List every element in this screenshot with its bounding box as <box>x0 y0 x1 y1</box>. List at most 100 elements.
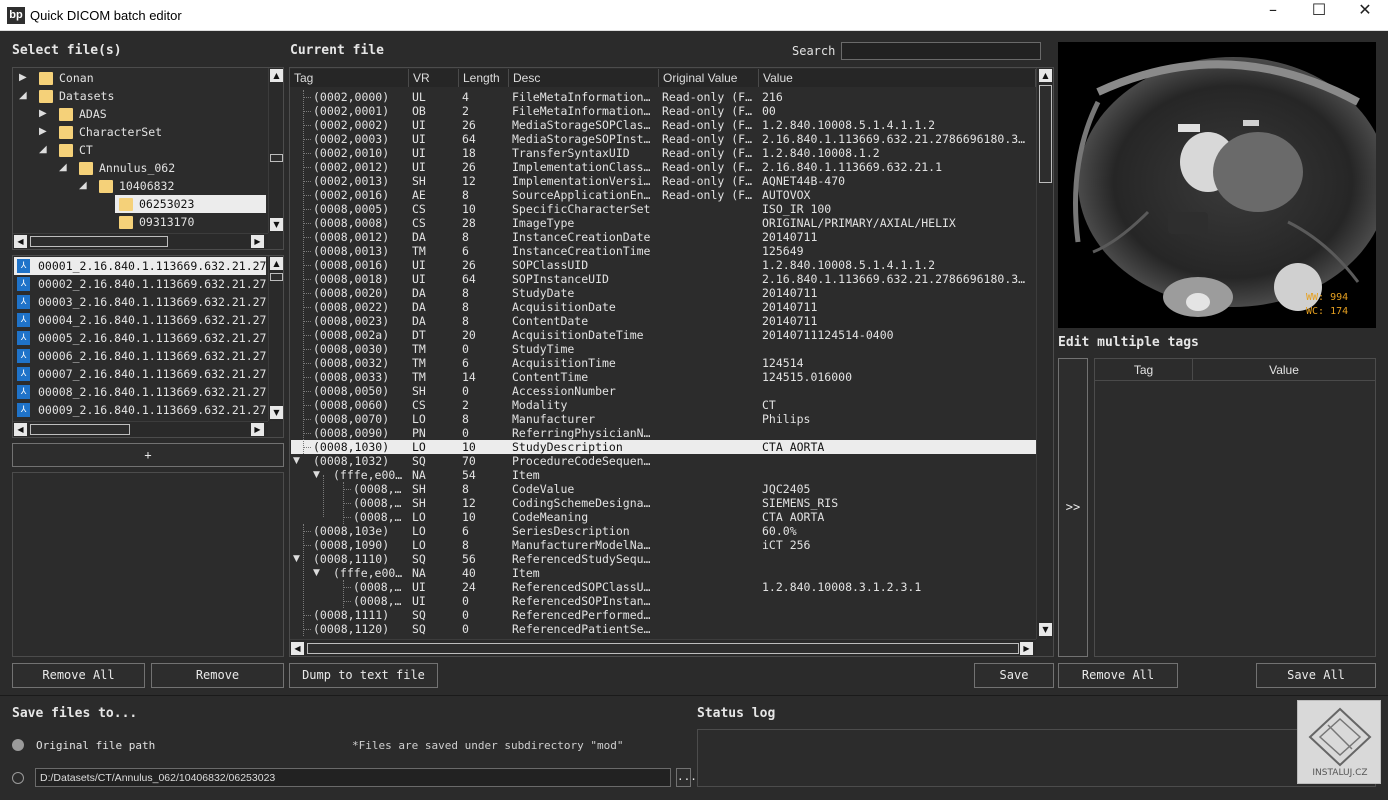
scroll-up-icon[interactable]: ▲ <box>1039 69 1052 82</box>
tag-cell-val[interactable]: 60.0% <box>762 524 1037 538</box>
scroll-left-icon[interactable]: ◀ <box>291 642 304 655</box>
tag-cell-val[interactable]: 1.2.840.10008.5.1.4.1.1.2 <box>762 118 1037 132</box>
save-button[interactable]: Save <box>974 663 1054 688</box>
collapse-arrow-icon[interactable]: ◢ <box>79 177 91 195</box>
tag-cell-val[interactable]: 20140711 <box>762 286 1037 300</box>
multi-col-value[interactable]: Value <box>1193 359 1375 381</box>
tag-row[interactable]: (0008,0005) CS 10 SpecificCharacterSet ISO_I… <box>291 202 1037 216</box>
tag-cell-val[interactable]: 216 <box>762 90 1037 104</box>
tag-cell-val[interactable]: CTA AORTA <box>762 510 1037 524</box>
tree-hscroll-thumb[interactable] <box>30 236 168 247</box>
close-button[interactable]: ✕ <box>1342 0 1388 30</box>
tag-cell-val[interactable]: 125649 <box>762 244 1037 258</box>
column-header-value[interactable]: Value <box>759 69 1036 87</box>
file-list[interactable]: ⅄ 00001_2.16.840.1.113669.632.21.27 ⅄ 00002… <box>12 255 284 438</box>
tag-row[interactable]: ▼ (fffe,e00… NA 40 Item <box>291 566 1037 580</box>
custom-path-radio[interactable] <box>12 772 24 784</box>
move-tags-button[interactable]: >> <box>1058 358 1088 657</box>
file-list-item[interactable]: ⅄ 00009_2.16.840.1.113669.632.21.27 <box>14 401 266 419</box>
collapse-arrow-icon[interactable]: ◢ <box>59 159 71 177</box>
tag-cell-val[interactable]: AUTOVOX <box>762 188 1037 202</box>
multi-tag-table[interactable]: Tag Value <box>1094 358 1376 657</box>
tag-cell-val[interactable]: 1.2.840.10008.5.1.4.1.1.2 <box>762 258 1037 272</box>
scroll-down-icon[interactable]: ▼ <box>1039 623 1052 636</box>
tag-row[interactable]: (0008,1090) LO 8 ManufacturerModelNa… iCT 25… <box>291 538 1037 552</box>
scroll-up-icon[interactable]: ▲ <box>270 69 283 82</box>
scroll-right-icon[interactable]: ▶ <box>1020 642 1033 655</box>
tag-cell-val[interactable]: 124515.016000 <box>762 370 1037 384</box>
tag-row[interactable]: (0008,0018) UI 64 SOPInstanceUID 2.16.840.1.… <box>291 272 1037 286</box>
tag-cell-val[interactable]: 2.16.840.1.113669.632.21.2786696180.3… <box>762 132 1037 146</box>
tag-row[interactable]: (0008,0012) DA 8 InstanceCreationDate 201407… <box>291 230 1037 244</box>
tag-row[interactable]: (0002,0000) UL 4 FileMetaInformation… Read-o… <box>291 90 1037 104</box>
tag-cell-val[interactable]: iCT 256 <box>762 538 1037 552</box>
scroll-down-icon[interactable]: ▼ <box>270 406 283 419</box>
tag-cell-val[interactable]: 124514 <box>762 356 1037 370</box>
tag-cell-val[interactable]: 1.2.840.10008.3.1.2.3.1 <box>762 580 1037 594</box>
original-path-radio[interactable] <box>12 739 24 751</box>
column-header-original-value[interactable]: Original Value <box>659 69 759 87</box>
collapse-arrow-icon[interactable]: ▼ <box>313 566 320 580</box>
tag-cell-val[interactable]: CT <box>762 398 1037 412</box>
tag-row[interactable]: (0008,0016) UI 26 SOPClassUID 1.2.840.10008.… <box>291 258 1037 272</box>
tag-row[interactable]: (0008,0050) SH 0 AccessionNumber <box>291 384 1037 398</box>
expand-arrow-icon[interactable]: ▶ <box>39 105 51 123</box>
output-path-input[interactable] <box>35 768 671 787</box>
tag-row[interactable]: (0008,0060) CS 2 Modality CT <box>291 398 1037 412</box>
tree-hscrollbar[interactable]: ◀ ▶ <box>13 233 268 249</box>
files-vscrollbar[interactable]: ▲ ▼ <box>268 256 283 421</box>
file-list-item[interactable]: ⅄ 00008_2.16.840.1.113669.632.21.27 <box>14 383 266 401</box>
tag-row[interactable]: (0008,002a) DT 20 AcquisitionDateTime 201407… <box>291 328 1037 342</box>
tree-node[interactable]: ▶ CharacterSet <box>13 123 268 141</box>
tag-row[interactable]: (0008,1120) SQ 0 ReferencedPatientSe… <box>291 622 1037 636</box>
tag-row[interactable]: (0008,… LO 10 CodeMeaning CTA AORTA <box>291 510 1037 524</box>
tag-row[interactable]: ▼ (fffe,e00… NA 54 Item <box>291 468 1037 482</box>
expand-arrow-icon[interactable]: ▶ <box>39 123 51 141</box>
tag-row[interactable]: ▼ (0008,1032) SQ 70 ProcedureCodeSequen… <box>291 454 1037 468</box>
maximize-button[interactable]: ☐ <box>1296 0 1342 30</box>
tree-vscrollbar[interactable]: ▲ ▼ <box>268 68 283 233</box>
tag-cell-val[interactable]: AQNET44B-470 <box>762 174 1037 188</box>
tag-cell-val[interactable]: ISO_IR 100 <box>762 202 1037 216</box>
multi-col-tag[interactable]: Tag <box>1095 359 1193 381</box>
collapse-arrow-icon[interactable]: ▼ <box>293 552 300 566</box>
column-header-tag[interactable]: Tag <box>290 69 409 87</box>
tag-row[interactable]: (0002,0003) UI 64 MediaStorageSOPInst… Read-… <box>291 132 1037 146</box>
tag-row[interactable]: (0002,0013) SH 12 ImplementationVersi… Read-… <box>291 174 1037 188</box>
add-files-button[interactable]: + <box>12 443 284 467</box>
tag-row[interactable]: (0008,0020) DA 8 StudyDate 20140711 <box>291 286 1037 300</box>
tree-node[interactable]: ▶ Conan <box>13 69 268 87</box>
tag-row[interactable]: (0008,… SH 8 CodeValue JQC2405 <box>291 482 1037 496</box>
tag-row[interactable]: (0008,0032) TM 6 AcquisitionTime 124514 <box>291 356 1037 370</box>
table-hscrollbar[interactable]: ◀ ▶ <box>290 639 1036 656</box>
scroll-left-icon[interactable]: ◀ <box>14 235 27 248</box>
tag-row[interactable]: (0008,0023) DA 8 ContentDate 20140711 <box>291 314 1037 328</box>
file-list-item[interactable]: ⅄ 00007_2.16.840.1.113669.632.21.27 <box>14 365 266 383</box>
files-hscrollbar[interactable]: ◀ ▶ <box>13 421 268 437</box>
tag-row[interactable]: (0008,1030) LO 10 StudyDescription CTA AORTA <box>291 440 1037 454</box>
remove-all-tags-button[interactable]: Remove All <box>1058 663 1178 688</box>
tag-row[interactable]: (0008,0070) LO 8 Manufacturer Philips <box>291 412 1037 426</box>
folder-tree[interactable]: ▶ Conan ◢ Datasets ▶ ADAS ▶ CharacterSet ◢ CT ◢ Ann… <box>12 67 284 250</box>
tag-row[interactable]: (0008,… SH 12 CodingSchemeDesigna… SIEMENS_R… <box>291 496 1037 510</box>
tag-row[interactable]: (0002,0001) OB 2 FileMetaInformation… Read-o… <box>291 104 1037 118</box>
file-list-item[interactable]: ⅄ 00004_2.16.840.1.113669.632.21.27 <box>14 311 266 329</box>
tag-cell-val[interactable]: 00 <box>762 104 1037 118</box>
column-header-desc[interactable]: Desc <box>509 69 659 87</box>
tag-row[interactable]: (0008,0022) DA 8 AcquisitionDate 20140711 <box>291 300 1037 314</box>
file-list-item[interactable]: ⅄ 00006_2.16.840.1.113669.632.21.27 <box>14 347 266 365</box>
tree-node[interactable]: ◢ Datasets <box>13 87 268 105</box>
tag-cell-val[interactable]: 20140711 <box>762 300 1037 314</box>
tag-row[interactable]: (0002,0012) UI 26 ImplementationClass… Read-… <box>291 160 1037 174</box>
collapse-arrow-icon[interactable]: ◢ <box>39 141 51 159</box>
remove-file-button[interactable]: Remove <box>151 663 284 688</box>
tag-cell-val[interactable]: 2.16.840.1.113669.632.21.2786696180.3… <box>762 272 1037 286</box>
scroll-down-icon[interactable]: ▼ <box>270 218 283 231</box>
file-list-item[interactable]: ⅄ 00002_2.16.840.1.113669.632.21.27 <box>14 275 266 293</box>
remove-all-files-button[interactable]: Remove All <box>12 663 145 688</box>
file-list-item[interactable]: ⅄ 00003_2.16.840.1.113669.632.21.27 <box>14 293 266 311</box>
tag-row[interactable]: (0008,0008) CS 28 ImageType ORIGINAL/PRIMARY… <box>291 216 1037 230</box>
tag-cell-val[interactable]: ORIGINAL/PRIMARY/AXIAL/HELIX <box>762 216 1037 230</box>
tag-row[interactable]: (0008,… UI 0 ReferencedSOPInstan… <box>291 594 1037 608</box>
tree-node[interactable]: 06253023 <box>13 195 268 213</box>
